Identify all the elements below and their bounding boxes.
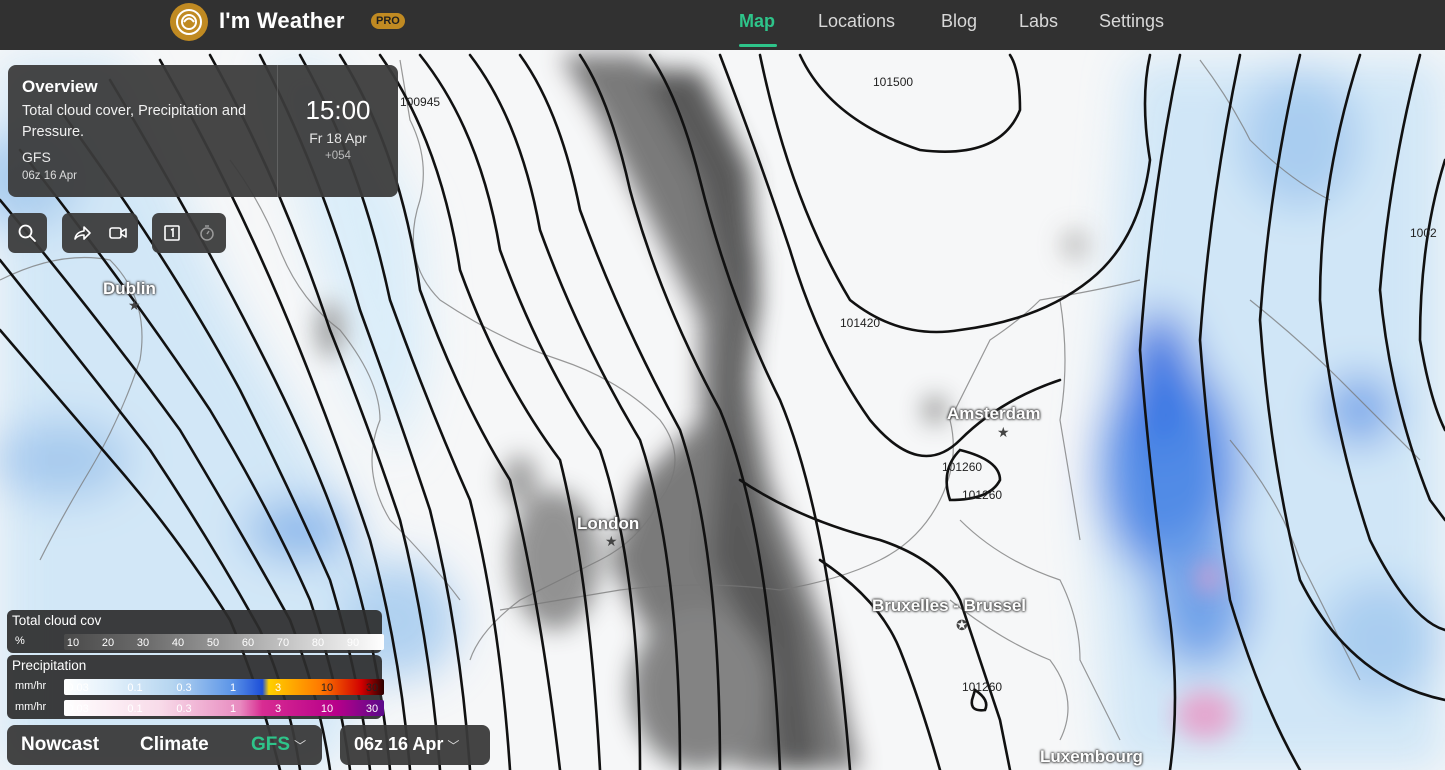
nav-active-indicator (739, 44, 777, 47)
legend-tick: 80 (311, 637, 325, 649)
cloud-legend-row: % 10 20 30 40 50 60 70 80 90 (12, 633, 384, 651)
video-icon (109, 227, 127, 239)
legend-tick: 0.3 (176, 682, 192, 694)
single-panel-icon (164, 225, 180, 241)
precip-field-east (1090, 60, 1445, 770)
isobar-label: 100945 (400, 95, 441, 109)
legend-tick: 50 (206, 637, 220, 649)
precip-legend-title: Precipitation (12, 658, 87, 673)
legend-tick: 30 (136, 637, 150, 649)
timer-button[interactable] (189, 213, 225, 253)
isobar-label: 101260 (942, 460, 983, 474)
legend-tick: 3 (274, 703, 282, 715)
city-label-amsterdam[interactable]: Amsterdam (947, 404, 1041, 424)
view-toolbox (152, 213, 226, 253)
capital-star-icon: ★ (605, 533, 618, 549)
timer-icon (200, 225, 214, 241)
chevron-down-icon: ﹀ (294, 739, 307, 753)
isobar-label: 101500 (873, 75, 914, 89)
single-panel-button[interactable] (154, 213, 190, 253)
legend-tick: 1 (229, 682, 237, 694)
overview-title: Overview (22, 77, 98, 96)
app-logo-icon[interactable] (170, 3, 208, 41)
app-name[interactable]: I'm Weather (219, 8, 345, 34)
climate-button[interactable]: Climate (140, 734, 209, 756)
precip-legend-unit: mm/hr (15, 680, 47, 692)
isobar-label: 101260 (962, 488, 1003, 502)
snow-legend-bar: 0.03 0.1 0.3 1 3 10 30 (64, 700, 384, 716)
share-toolbox (62, 213, 138, 253)
legend-tick: 0.03 (67, 682, 89, 694)
nowcast-button[interactable]: Nowcast (21, 734, 99, 756)
cloud-legend-bar: 10 20 30 40 50 60 70 80 90 (64, 634, 384, 650)
nav-map[interactable]: Map (739, 11, 775, 32)
share-icon (74, 226, 91, 240)
cloud-legend-unit: % (15, 635, 25, 647)
run-select-value: 06z 16 Apr (354, 734, 444, 754)
forecast-date: Fr 18 Apr (309, 130, 367, 146)
search-toolbox (8, 213, 47, 253)
overview-run: 06z 16 Apr (22, 170, 77, 182)
isobar-label: 1002 (1410, 226, 1437, 240)
legend-tick: 0.1 (127, 682, 143, 694)
precip-legend-row-rain: mm/hr 0.03 0.1 0.3 1 3 10 30 (12, 678, 384, 696)
capital-star-icon: ★ (997, 424, 1010, 440)
isobar-label: 101420 (840, 316, 881, 330)
legend-tick: 0.3 (176, 703, 192, 715)
overview-description: Total cloud cover, Precipitation and Pre… (22, 103, 247, 140)
forecast-step: +054 (325, 150, 351, 162)
run-select-label: 06z 16 Apr ﹀ (354, 734, 459, 755)
overview-model: GFS (22, 149, 51, 165)
legend-tick: 0.03 (67, 703, 89, 715)
capital-star-icon: ★ (128, 297, 141, 313)
precipitation-legend: Precipitation mm/hr 0.03 0.1 0.3 1 3 10 … (7, 655, 384, 719)
nav-locations[interactable]: Locations (818, 11, 895, 32)
share-button[interactable] (64, 213, 100, 253)
pro-badge: PRO (371, 13, 405, 29)
capital-star-icon: ✪ (956, 617, 968, 633)
overview-panel[interactable]: Overview Total cloud cover, Precipitatio… (8, 65, 398, 197)
legend-tick: 30 (365, 682, 379, 694)
rain-legend-bar: 0.03 0.1 0.3 1 3 10 30 (64, 679, 384, 695)
bottom-control-bar: Nowcast Climate GFS ﹀ (7, 725, 322, 765)
legend-tick: 70 (276, 637, 290, 649)
cloud-legend-title: Total cloud cov (12, 613, 102, 628)
city-label-london[interactable]: London (577, 514, 639, 534)
top-navigation-bar: I'm Weather PRO Map Locations Blog Labs … (0, 0, 1445, 50)
nav-blog[interactable]: Blog (941, 11, 977, 32)
legend-tick: 30 (365, 703, 379, 715)
legend-tick: 10 (320, 703, 334, 715)
legend-tick: 3 (274, 682, 282, 694)
nav-settings[interactable]: Settings (1099, 11, 1164, 32)
nav-labs[interactable]: Labs (1019, 11, 1058, 32)
cloud-cover-legend: Total cloud cov % 10 20 30 40 50 60 70 8… (7, 610, 384, 653)
legend-tick: 90 (346, 637, 360, 649)
city-label-luxembourg[interactable]: Luxembourg (1040, 747, 1143, 767)
chevron-down-icon: ﹀ (447, 739, 460, 753)
city-label-brussels[interactable]: Bruxelles - Brussel (872, 596, 1026, 616)
legend-tick: 40 (171, 637, 185, 649)
model-select[interactable]: GFS ﹀ (251, 734, 306, 756)
legend-tick: 1 (229, 703, 237, 715)
isobar-label: 101260 (962, 680, 1003, 694)
run-select[interactable]: 06z 16 Apr ﹀ (340, 725, 490, 765)
precip-legend-row-snow: mm/hr 0.03 0.1 0.3 1 3 10 30 (12, 699, 384, 717)
legend-tick: 10 (320, 682, 334, 694)
city-label-dublin[interactable]: Dublin (103, 279, 156, 299)
model-select-value: GFS (251, 734, 291, 755)
legend-tick: 0.1 (127, 703, 143, 715)
legend-tick: 20 (101, 637, 115, 649)
legend-tick: 10 (66, 637, 80, 649)
precip-legend-unit: mm/hr (15, 701, 47, 713)
legend-tick: 60 (241, 637, 255, 649)
forecast-time: 15:00 (305, 95, 371, 125)
search-icon (18, 224, 36, 242)
video-button[interactable] (100, 213, 136, 253)
search-button[interactable] (9, 213, 45, 253)
